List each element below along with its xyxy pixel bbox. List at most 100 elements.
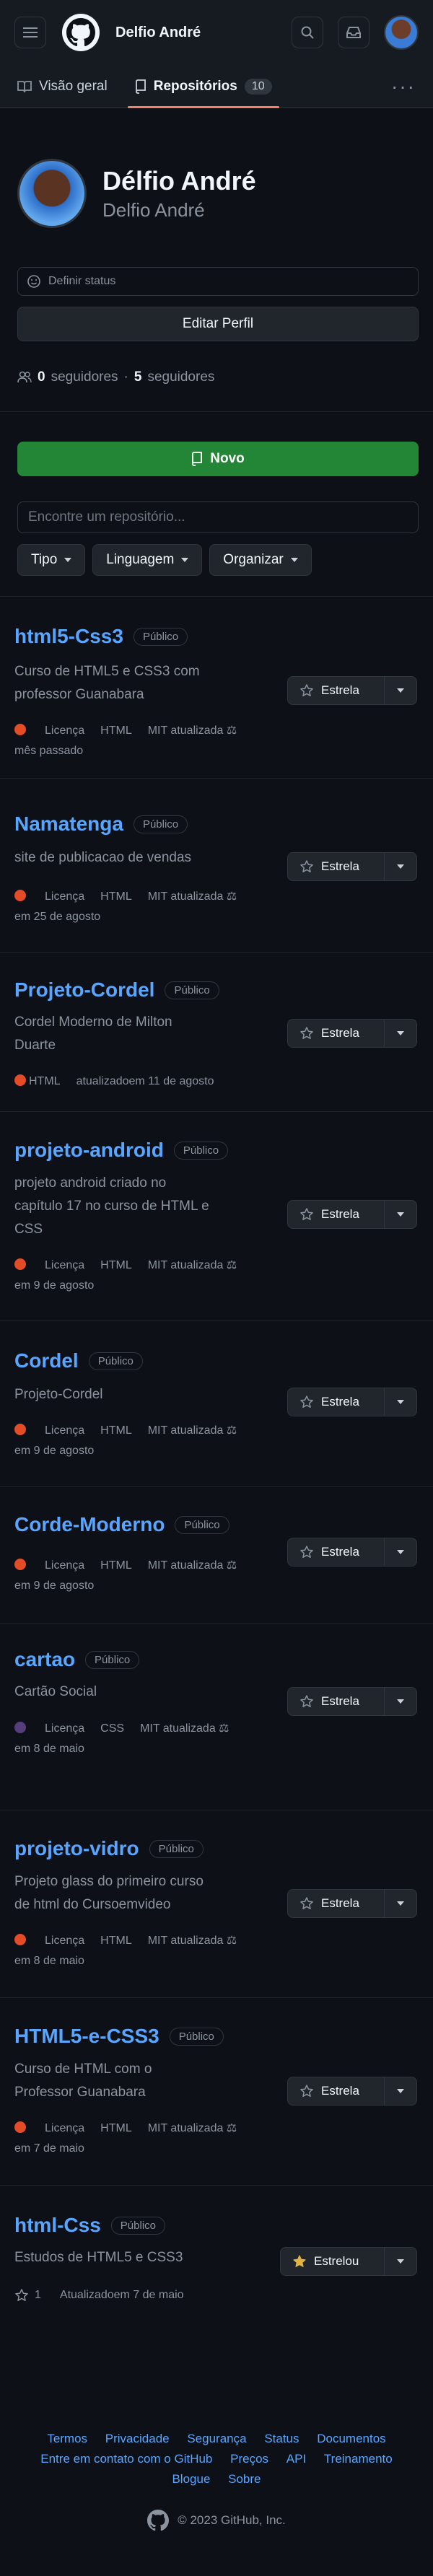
repo-name-link[interactable]: cartao — [14, 1648, 75, 1671]
repo-search-input[interactable] — [17, 501, 419, 533]
repo-name-link[interactable]: HTML5-e-CSS3 — [14, 2025, 159, 2048]
license-label[interactable]: Licença — [45, 2122, 84, 2134]
license-label[interactable]: Licença — [45, 1424, 84, 1437]
repo-description-line: de html do Cursoemvideo — [14, 1897, 171, 1912]
footer-link-privacy[interactable]: Privacidade — [105, 2432, 170, 2445]
star-list-dropdown[interactable] — [385, 677, 416, 704]
search-button[interactable] — [292, 17, 323, 48]
language-color-dot — [14, 890, 26, 901]
star-button[interactable]: Estrela — [288, 1890, 385, 1917]
star-list-dropdown[interactable] — [385, 2077, 416, 2105]
star-list-dropdown[interactable] — [385, 1890, 416, 1917]
repo-name-link[interactable]: Cordel — [14, 1349, 79, 1372]
license-label[interactable]: Licença — [45, 1259, 84, 1271]
star-list-dropdown[interactable] — [385, 2248, 416, 2275]
language-color-dot — [14, 1559, 26, 1570]
updated-date: em 9 de agosto — [14, 1445, 95, 1457]
footer-link-contact[interactable]: Entre em contato com o GitHub — [40, 2452, 212, 2466]
following-label[interactable]: seguidores — [147, 369, 214, 385]
updated-date: em 7 de maio — [14, 2142, 84, 2155]
star-list-dropdown[interactable] — [385, 1538, 416, 1566]
footer-link-terms[interactable]: Termos — [47, 2432, 87, 2445]
more-tabs-icon[interactable]: ··· — [391, 75, 416, 98]
tab-overview-label: Visão geral — [39, 78, 108, 94]
edit-profile-button[interactable]: Editar Perfil — [17, 307, 419, 341]
new-repo-button[interactable]: Novo — [17, 442, 419, 476]
footer-link-docs[interactable]: Documentos — [317, 2432, 385, 2445]
updated-label: MIT atualizada — [140, 1722, 216, 1735]
star-label: Estrela — [321, 1207, 359, 1221]
footer-link-pricing[interactable]: Preços — [230, 2452, 268, 2466]
divider — [0, 1111, 433, 1112]
star-button-group: Estrelou — [280, 2247, 417, 2276]
followers-label[interactable]: seguidores — [51, 369, 118, 385]
inbox-button[interactable] — [338, 17, 369, 48]
repo-name-link[interactable]: Corde-Moderno — [14, 1513, 165, 1536]
profile-avatar[interactable] — [17, 159, 87, 228]
hamburger-icon — [23, 27, 38, 38]
star-button[interactable]: Estrela — [288, 853, 385, 880]
scale-icon: ⚖ — [226, 890, 237, 903]
star-button[interactable]: Estrela — [288, 1538, 385, 1566]
menu-button[interactable] — [14, 17, 46, 48]
star-count[interactable]: 1 — [35, 2285, 41, 2305]
repo-title-row: html5-Css3 Público — [14, 625, 188, 648]
following-count[interactable]: 5 — [134, 369, 142, 385]
license-label[interactable]: Licença — [45, 1559, 84, 1572]
footer-link-api[interactable]: API — [287, 2452, 306, 2466]
user-avatar[interactable] — [384, 15, 419, 50]
license-label[interactable]: Licença — [45, 1935, 84, 1947]
profile-login: Delfio André — [102, 198, 205, 221]
repo-meta: Licença HTML MIT atualizada ⚖ em 9 de agos… — [14, 1421, 274, 1461]
filter-type-button[interactable]: Tipo — [17, 544, 86, 576]
github-logo-icon[interactable] — [62, 14, 100, 51]
visibility-badge: Público — [175, 1515, 229, 1534]
star-button[interactable]: Estrela — [288, 1020, 385, 1047]
set-status-button[interactable]: Definir status — [17, 267, 419, 296]
repo-title-row: Projeto-Cordel Público — [14, 978, 219, 1002]
repo-name-link[interactable]: html5-Css3 — [14, 625, 123, 648]
filter-language-button[interactable]: Linguagem — [92, 544, 203, 576]
language-label: HTML — [100, 2122, 132, 2134]
star-list-dropdown[interactable] — [385, 853, 416, 880]
language-label: HTML — [29, 1075, 61, 1087]
caret-down-icon — [64, 558, 72, 562]
divider — [0, 1486, 433, 1487]
footer-link-blog[interactable]: Blogue — [172, 2472, 210, 2486]
tab-overview[interactable]: Visão geral — [17, 65, 108, 108]
star-list-dropdown[interactable] — [385, 1020, 416, 1047]
repo-name-link[interactable]: Projeto-Cordel — [14, 978, 154, 1002]
tab-repositories[interactable]: Repositórios 10 — [127, 65, 279, 108]
repo-description-line: professor Guanabara — [14, 687, 144, 702]
filter-type-label: Tipo — [31, 552, 58, 567]
star-list-dropdown[interactable] — [385, 1201, 416, 1228]
visibility-badge: Público — [173, 1141, 229, 1160]
star-button[interactable]: Estrela — [288, 1201, 385, 1228]
star-list-dropdown[interactable] — [385, 1388, 416, 1416]
footer-link-about[interactable]: Sobre — [228, 2472, 261, 2486]
star-list-dropdown[interactable] — [385, 1688, 416, 1715]
star-label: Estrela — [321, 1694, 359, 1708]
license-label[interactable]: Licença — [45, 724, 84, 737]
star-button[interactable]: Estrela — [288, 1388, 385, 1416]
filter-sort-button[interactable]: Organizar — [209, 544, 312, 576]
star-button[interactable]: Estrela — [288, 2077, 385, 2105]
followers-count[interactable]: 0 — [38, 369, 45, 385]
license-label[interactable]: Licença — [45, 890, 84, 903]
repo-name-link[interactable]: html-Css — [14, 2214, 101, 2237]
unstar-button[interactable]: Estrelou — [281, 2248, 385, 2275]
star-button-group: Estrela — [287, 1538, 417, 1567]
header-username[interactable]: Delfio André — [115, 25, 201, 41]
repo-icon — [192, 452, 203, 466]
footer-link-training[interactable]: Treinamento — [324, 2452, 393, 2466]
repo-name-link[interactable]: projeto-android — [14, 1139, 164, 1162]
repo-name-link[interactable]: Namatenga — [14, 812, 123, 836]
footer-link-security[interactable]: Segurança — [187, 2432, 246, 2445]
repo-name-link[interactable]: projeto-vidro — [14, 1837, 139, 1860]
star-button[interactable]: Estrela — [288, 1688, 385, 1715]
license-label[interactable]: Licença — [45, 1722, 84, 1735]
footer-link-status[interactable]: Status — [264, 2432, 299, 2445]
visibility-badge: Público — [169, 2027, 224, 2046]
star-button[interactable]: Estrela — [288, 677, 385, 704]
inbox-icon — [346, 27, 361, 38]
